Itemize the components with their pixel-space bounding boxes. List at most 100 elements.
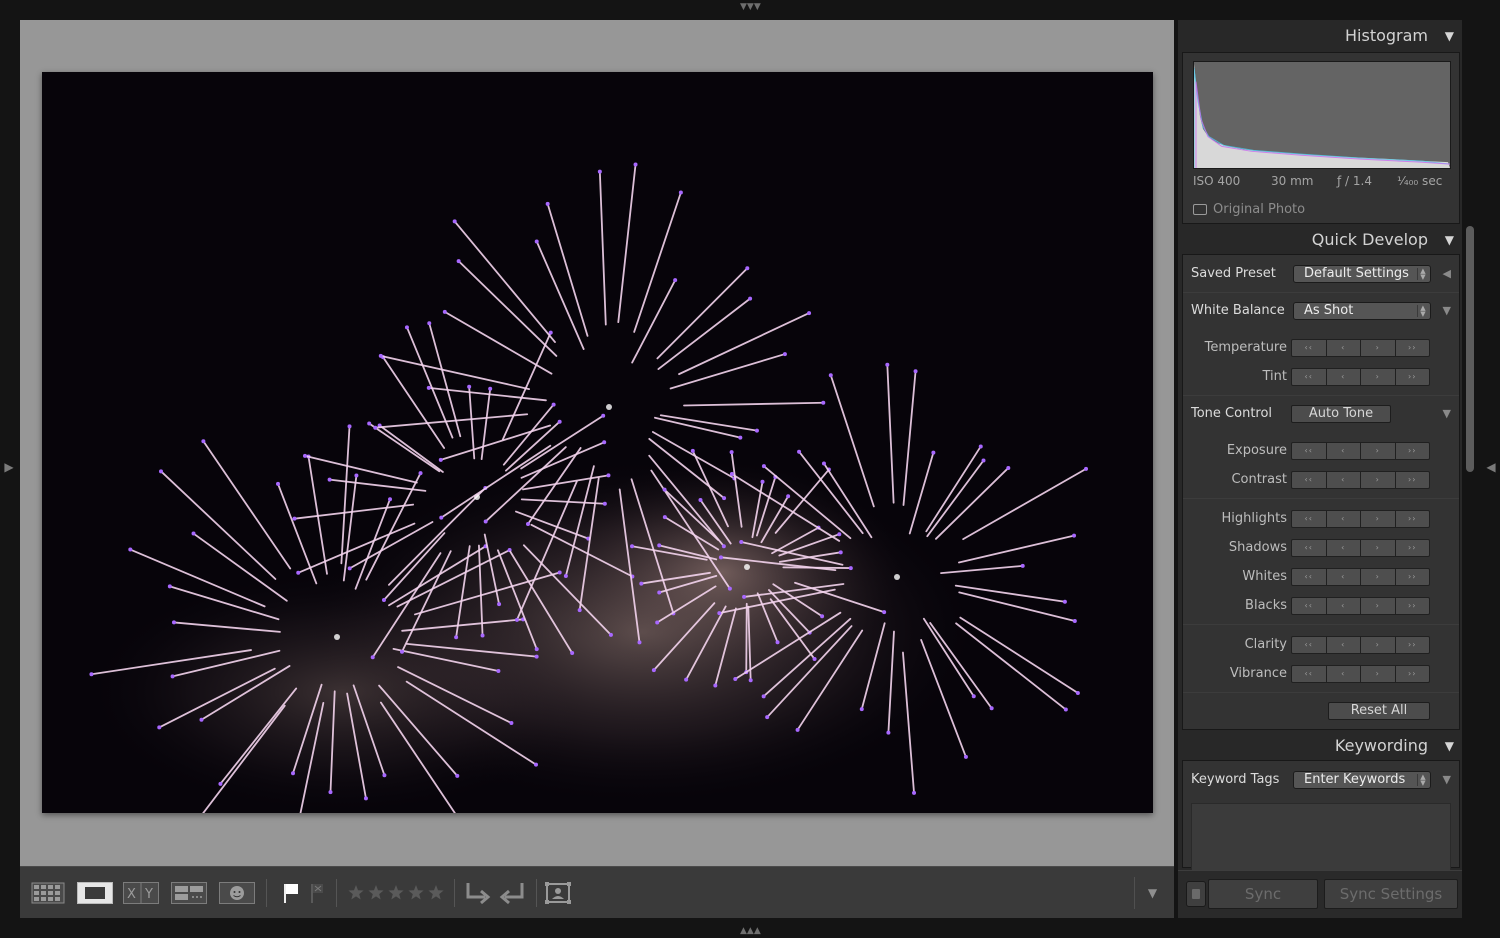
whites-stepper[interactable]: ‹‹ ‹ › ›› bbox=[1291, 568, 1430, 586]
star-icon[interactable] bbox=[428, 885, 444, 900]
loupe-view-icon[interactable] bbox=[76, 881, 114, 905]
people-view-icon[interactable] bbox=[218, 881, 256, 905]
collapse-triangle-icon[interactable]: ▼ bbox=[1445, 730, 1454, 762]
reset-all-button[interactable]: Reset All bbox=[1328, 702, 1430, 720]
vibrance-stepper[interactable]: ‹‹ ‹ › ›› bbox=[1291, 665, 1430, 683]
step-large-up[interactable]: ›› bbox=[1394, 368, 1430, 386]
step-large-down[interactable]: ‹‹ bbox=[1291, 442, 1327, 460]
step-large-down[interactable]: ‹‹ bbox=[1291, 368, 1327, 386]
collapse-triangle-icon[interactable]: ▼ bbox=[1445, 224, 1454, 256]
step-small-down[interactable]: ‹ bbox=[1325, 442, 1361, 460]
collapse-triangle-icon[interactable]: ▼ bbox=[1443, 407, 1451, 420]
step-large-up[interactable]: ›› bbox=[1394, 471, 1430, 489]
step-large-up[interactable]: ›› bbox=[1394, 597, 1430, 615]
step-large-up[interactable]: ›› bbox=[1394, 339, 1430, 357]
saved-preset-select[interactable]: Default Settings ▲ ▼ bbox=[1293, 265, 1431, 283]
auto-sync-switch[interactable] bbox=[1186, 881, 1206, 907]
step-large-up[interactable]: ›› bbox=[1394, 442, 1430, 460]
shadows-stepper[interactable]: ‹‹ ‹ › ›› bbox=[1291, 539, 1430, 557]
fireworks-image bbox=[42, 72, 1153, 813]
contrast-stepper[interactable]: ‹‹ ‹ › ›› bbox=[1291, 471, 1430, 489]
auto-tone-button[interactable]: Auto Tone bbox=[1291, 405, 1391, 423]
divider bbox=[1183, 498, 1459, 499]
expand-triangle-icon[interactable]: ◀ bbox=[1443, 267, 1451, 280]
collapse-triangle-icon[interactable]: ▼ bbox=[1443, 773, 1451, 786]
collapse-triangle-icon[interactable]: ▼ bbox=[1445, 20, 1454, 52]
highlights-stepper[interactable]: ‹‹ ‹ › ›› bbox=[1291, 510, 1430, 528]
step-small-up[interactable]: › bbox=[1360, 368, 1396, 386]
keyword-entry-area[interactable] bbox=[1191, 803, 1451, 873]
exposure-stepper[interactable]: ‹‹ ‹ › ›› bbox=[1291, 442, 1430, 460]
step-small-down[interactable]: ‹ bbox=[1325, 471, 1361, 489]
step-large-down[interactable]: ‹‹ bbox=[1291, 471, 1327, 489]
quick-develop-header[interactable]: Quick Develop ▼ bbox=[1182, 224, 1458, 256]
right-panel-toggle-icon[interactable]: ◀ bbox=[1485, 460, 1497, 474]
step-large-up[interactable]: ›› bbox=[1394, 510, 1430, 528]
step-small-down[interactable]: ‹ bbox=[1325, 597, 1361, 615]
step-large-down[interactable]: ‹‹ bbox=[1291, 539, 1327, 557]
temperature-label: Temperature bbox=[1204, 340, 1287, 355]
step-small-up[interactable]: › bbox=[1360, 510, 1396, 528]
original-photo-checkbox[interactable] bbox=[1193, 204, 1207, 215]
step-small-down[interactable]: ‹ bbox=[1325, 636, 1361, 654]
sync-settings-button[interactable]: Sync Settings bbox=[1324, 879, 1458, 909]
step-small-down[interactable]: ‹ bbox=[1325, 339, 1361, 357]
right-panel-scrollbar[interactable] bbox=[1466, 226, 1474, 866]
original-photo-toggle[interactable]: Original Photo bbox=[1193, 202, 1305, 217]
flag-pick-icon[interactable] bbox=[280, 881, 302, 905]
step-small-up[interactable]: › bbox=[1360, 339, 1396, 357]
step-small-up[interactable]: › bbox=[1360, 471, 1396, 489]
step-small-up[interactable]: › bbox=[1360, 568, 1396, 586]
step-small-up[interactable]: › bbox=[1360, 665, 1396, 683]
step-small-down[interactable]: ‹ bbox=[1325, 665, 1361, 683]
compare-view-icon[interactable]: X Y bbox=[122, 881, 160, 905]
step-small-up[interactable]: › bbox=[1360, 597, 1396, 615]
step-large-up[interactable]: ›› bbox=[1394, 539, 1430, 557]
star-rating[interactable] bbox=[346, 881, 446, 905]
star-icon[interactable] bbox=[408, 885, 424, 900]
bottom-panel-toggle[interactable]: ▲▲▲ bbox=[740, 926, 761, 936]
step-small-up[interactable]: › bbox=[1360, 539, 1396, 557]
step-small-down[interactable]: ‹ bbox=[1325, 368, 1361, 386]
step-large-up[interactable]: ›› bbox=[1394, 568, 1430, 586]
step-small-down[interactable]: ‹ bbox=[1325, 568, 1361, 586]
step-large-up[interactable]: ›› bbox=[1394, 665, 1430, 683]
step-large-up[interactable]: ›› bbox=[1394, 636, 1430, 654]
rotate-left-icon[interactable] bbox=[462, 881, 492, 905]
rotate-right-icon[interactable] bbox=[498, 881, 528, 905]
temperature-stepper[interactable]: ‹‹ ‹ › ›› bbox=[1291, 339, 1430, 357]
keywording-panel: Keyword Tags Enter Keywords ▲ ▼ ▼ bbox=[1182, 760, 1460, 873]
scrollbar-thumb[interactable] bbox=[1466, 226, 1474, 472]
toolbar-content-dropdown[interactable]: ▼ bbox=[1134, 877, 1170, 909]
tint-stepper[interactable]: ‹‹ ‹ › ›› bbox=[1291, 368, 1430, 386]
step-large-down[interactable]: ‹‹ bbox=[1291, 636, 1327, 654]
sync-button[interactable]: Sync bbox=[1208, 879, 1318, 909]
step-small-down[interactable]: ‹ bbox=[1325, 510, 1361, 528]
step-small-up[interactable]: › bbox=[1360, 636, 1396, 654]
keyword-tags-select[interactable]: Enter Keywords ▲ ▼ bbox=[1293, 771, 1431, 789]
survey-view-icon[interactable] bbox=[170, 881, 208, 905]
star-icon[interactable] bbox=[388, 885, 404, 900]
step-large-down[interactable]: ‹‹ bbox=[1291, 665, 1327, 683]
star-icon[interactable] bbox=[348, 885, 364, 900]
grid-view-icon[interactable] bbox=[30, 881, 66, 905]
step-large-down[interactable]: ‹‹ bbox=[1291, 510, 1327, 528]
collapse-triangle-icon[interactable]: ▼ bbox=[1443, 304, 1451, 317]
step-large-down[interactable]: ‹‹ bbox=[1291, 339, 1327, 357]
keywording-header[interactable]: Keywording ▼ bbox=[1182, 730, 1458, 762]
photo-fireworks[interactable] bbox=[42, 72, 1153, 813]
step-small-down[interactable]: ‹ bbox=[1325, 539, 1361, 557]
top-panel-toggle[interactable]: ▼▼▼ bbox=[740, 2, 761, 12]
star-icon[interactable] bbox=[368, 885, 384, 900]
step-small-up[interactable]: › bbox=[1360, 442, 1396, 460]
flag-reject-icon[interactable] bbox=[308, 881, 326, 905]
clarity-stepper[interactable]: ‹‹ ‹ › ›› bbox=[1291, 636, 1430, 654]
crop-overlay-icon[interactable] bbox=[542, 881, 574, 905]
histogram-header[interactable]: Histogram ▼ bbox=[1182, 20, 1458, 52]
histogram-graph[interactable] bbox=[1193, 61, 1451, 169]
white-balance-select[interactable]: As Shot ▲ ▼ bbox=[1293, 302, 1431, 320]
step-large-down[interactable]: ‹‹ bbox=[1291, 597, 1327, 615]
step-large-down[interactable]: ‹‹ bbox=[1291, 568, 1327, 586]
blacks-stepper[interactable]: ‹‹ ‹ › ›› bbox=[1291, 597, 1430, 615]
left-panel-toggle-icon[interactable]: ▶ bbox=[3, 460, 15, 474]
